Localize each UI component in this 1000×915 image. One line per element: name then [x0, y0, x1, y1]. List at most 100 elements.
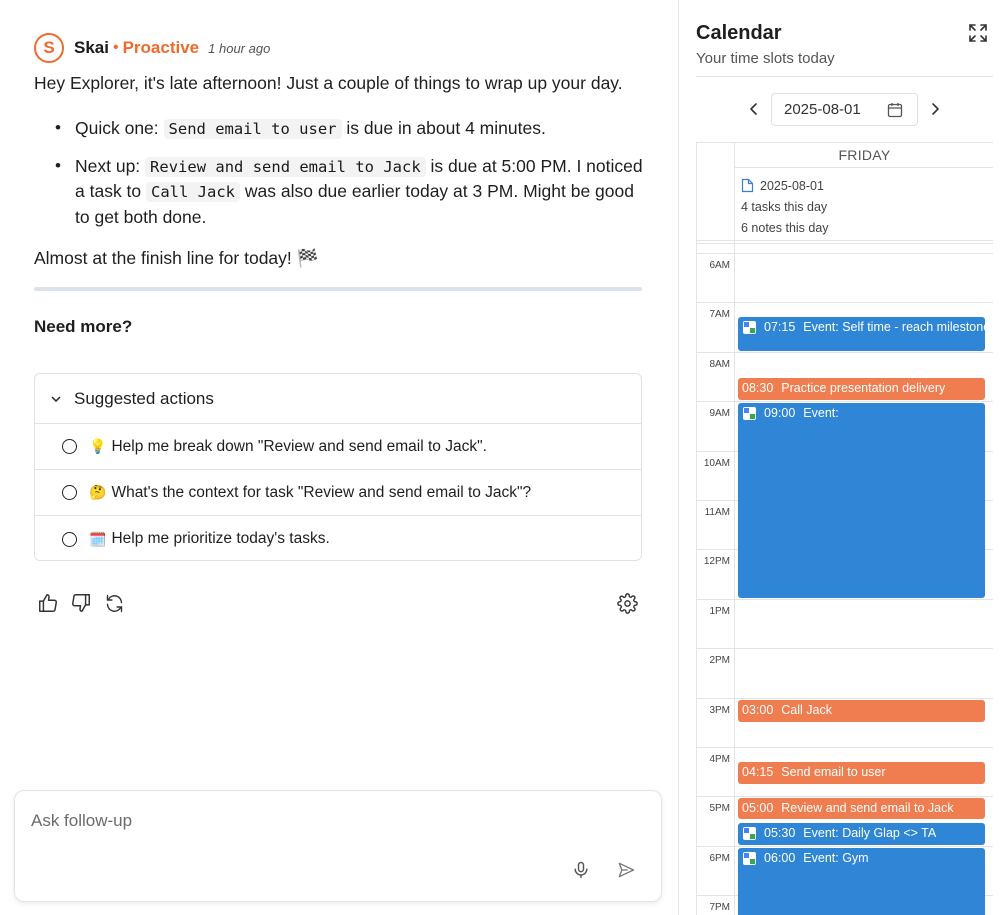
suggestion-item[interactable]: 💡 Help me break down "Review and send em…	[35, 424, 641, 470]
calendar-event[interactable]: 07:15 Event: Self time - reach milestone	[738, 317, 985, 351]
hour-label: 2PM	[709, 655, 730, 667]
calendar-title: Calendar	[696, 22, 782, 44]
suggestion-item[interactable]: 🤔 What's the context for task "Review an…	[35, 470, 641, 516]
suggested-actions-toggle[interactable]: Suggested actions	[35, 374, 641, 424]
suggestion-text: Help me break down "Review and send emai…	[111, 437, 487, 455]
expand-icon[interactable]	[969, 24, 987, 42]
gear-icon[interactable]	[617, 593, 638, 614]
chevron-right-icon[interactable]	[928, 101, 942, 117]
hour-label: 6PM	[709, 852, 730, 864]
skai-logo-icon: S	[34, 33, 64, 63]
task-event[interactable]: 08:30 Practice presentation delivery	[738, 378, 985, 400]
task-bullets: Quick one: Send email to user is due in …	[55, 116, 650, 241]
send-icon[interactable]	[616, 860, 636, 880]
hour-gridline	[697, 351, 993, 353]
refresh-icon[interactable]	[103, 592, 125, 614]
hour-gridline	[697, 648, 993, 650]
divider	[34, 287, 642, 291]
event-time: 07:15	[764, 320, 796, 334]
task-event[interactable]: 04:15 Send email to user	[738, 762, 985, 784]
microphone-icon[interactable]	[571, 860, 591, 880]
event-label: Review and send email to Jack	[781, 801, 954, 815]
thumbs-up-icon[interactable]	[37, 592, 59, 614]
document-icon	[741, 178, 754, 193]
date-picker-input[interactable]: 2025-08-01	[771, 93, 918, 126]
agent-mode-label: Proactive	[122, 38, 200, 57]
tasks-count[interactable]: 4 tasks this day	[741, 196, 993, 217]
time-gutter-line	[734, 143, 735, 915]
google-calendar-icon	[743, 407, 756, 420]
hour-gridline	[697, 598, 993, 600]
task-event[interactable]: 05:00 Review and send email to Jack	[738, 798, 985, 819]
task-code: Review and send email to Jack	[145, 156, 426, 177]
radio-circle-icon[interactable]	[62, 485, 77, 500]
message-timestamp: 1 hour ago	[208, 40, 271, 56]
event-label: Send email to user	[781, 765, 886, 779]
bullet-quick-one: Quick one: Send email to user is due in …	[55, 116, 650, 142]
suggestion-text: Help me prioritize today's tasks.	[111, 530, 330, 547]
notes-count[interactable]: 6 notes this day	[741, 217, 993, 238]
feedback-actions	[37, 592, 125, 614]
suggested-actions-panel: Suggested actions 💡 Help me break down "…	[34, 373, 642, 561]
ask-follow-up-input[interactable]	[31, 811, 551, 831]
hour-label: 1PM	[709, 605, 730, 617]
hour-label: 3PM	[709, 704, 730, 716]
event-time: 09:00	[764, 406, 796, 420]
hour-gridline	[697, 747, 993, 748]
hour-gridline	[697, 697, 993, 699]
calendar-icon[interactable]	[887, 102, 903, 118]
calendar-event[interactable]: 09:00 Event:	[738, 403, 985, 598]
google-calendar-icon	[743, 321, 756, 334]
hour-label: 6AM	[709, 260, 730, 271]
follow-up-composer	[14, 790, 662, 902]
lightbulb-emoji-icon: 💡	[89, 438, 107, 454]
need-more-heading: Need more?	[34, 317, 133, 336]
date-value: 2025-08-01	[784, 101, 861, 118]
hour-label: 10AM	[703, 457, 730, 469]
event-time: 06:00	[764, 851, 796, 865]
suggested-actions-title: Suggested actions	[74, 388, 214, 408]
bullet-text: Next up:	[75, 155, 146, 176]
event-label: Event: Daily Glap <> TA	[803, 826, 937, 840]
thumbs-down-icon[interactable]	[70, 592, 92, 614]
radio-circle-icon[interactable]	[62, 439, 77, 454]
greeting-text: Hey Explorer, it's late afternoon! Just …	[34, 73, 623, 93]
chat-panel: S Skai • Proactive 1 hour ago Hey Explor…	[0, 0, 678, 915]
finish-line-text: Almost at the finish line for today! 🏁	[34, 248, 319, 268]
suggestion-item[interactable]: 🗓️ Help me prioritize today's tasks.	[35, 516, 641, 560]
task-event[interactable]: 03:00 Call Jack	[738, 700, 985, 722]
bullet-text: is due in about 4 minutes.	[341, 118, 546, 138]
task-code: Send email to user	[163, 119, 342, 139]
chevron-left-icon[interactable]	[747, 101, 761, 117]
daily-note-link[interactable]: 2025-08-01	[741, 175, 993, 196]
suggestion-text: What's the context for task "Review and …	[111, 483, 532, 501]
calendar-emoji-icon: 🗓️	[89, 530, 107, 547]
separator-dot: •	[112, 39, 119, 56]
event-time: 05:30	[764, 826, 796, 840]
bullet-next-up: Next up: Review and send email to Jack i…	[55, 154, 650, 230]
thinking-face-emoji-icon: 🤔	[89, 484, 107, 500]
task-code: Call Jack	[146, 182, 241, 202]
event-label: Call Jack	[781, 703, 832, 717]
daily-note-date: 2025-08-01	[760, 178, 824, 193]
message-header: S Skai • Proactive 1 hour ago	[34, 33, 270, 63]
all-day-divider	[697, 240, 993, 244]
event-label: Event: Gym	[803, 851, 869, 865]
event-time: 05:00	[742, 801, 774, 815]
calendar-event[interactable]: 06:00 Event: Gym	[738, 848, 985, 915]
google-calendar-icon	[743, 827, 756, 840]
bullet-text: Quick one:	[75, 118, 164, 138]
event-time: 08:30	[742, 381, 774, 395]
hour-label: 4PM	[709, 754, 730, 765]
calendar-subtitle: Your time slots today	[696, 50, 835, 67]
hour-gridline	[697, 302, 993, 304]
hour-label: 12PM	[703, 556, 730, 568]
calendar-event[interactable]: 05:30 Event: Daily Glap <> TA	[738, 823, 985, 845]
divider	[696, 76, 993, 77]
radio-circle-icon[interactable]	[62, 531, 77, 547]
hour-label: 7AM	[709, 309, 730, 321]
all-day-section: 2025-08-01 4 tasks this day 6 notes this…	[735, 168, 993, 240]
event-time: 03:00	[742, 703, 774, 717]
slot-top-line	[697, 253, 993, 254]
google-calendar-icon	[743, 852, 756, 865]
